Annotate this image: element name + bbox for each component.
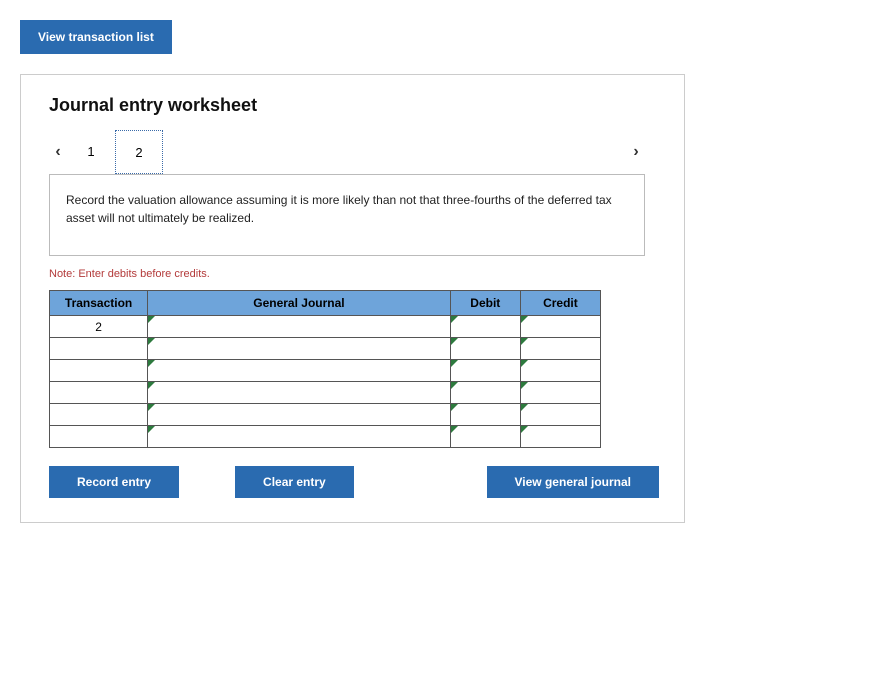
table-row <box>50 404 601 426</box>
cell-debit[interactable] <box>450 426 520 448</box>
cell-transaction[interactable] <box>50 338 148 360</box>
cell-transaction[interactable] <box>50 360 148 382</box>
cell-credit[interactable] <box>520 382 600 404</box>
col-header-transaction: Transaction <box>50 291 148 316</box>
table-row <box>50 382 601 404</box>
clear-entry-button[interactable]: Clear entry <box>235 466 354 498</box>
cell-debit[interactable] <box>450 360 520 382</box>
cell-credit[interactable] <box>520 404 600 426</box>
cell-general-journal[interactable] <box>148 316 451 338</box>
cell-general-journal[interactable] <box>148 338 451 360</box>
cell-credit[interactable] <box>520 360 600 382</box>
pager-tab-1[interactable]: 1 <box>67 130 115 174</box>
pager-tab-2[interactable]: 2 <box>115 130 163 174</box>
col-header-debit: Debit <box>450 291 520 316</box>
cell-debit[interactable] <box>450 404 520 426</box>
record-entry-button[interactable]: Record entry <box>49 466 179 498</box>
note-text: Note: Enter debits before credits. <box>49 268 656 280</box>
cell-debit[interactable] <box>450 316 520 338</box>
journal-worksheet-panel: Journal entry worksheet ‹ 1 2 › Record t… <box>20 74 685 523</box>
table-row <box>50 426 601 448</box>
cell-transaction[interactable] <box>50 382 148 404</box>
button-row: Record entry Clear entry View general jo… <box>49 466 659 498</box>
table-row <box>50 360 601 382</box>
journal-table: Transaction General Journal Debit Credit… <box>49 290 601 448</box>
cell-transaction[interactable]: 2 <box>50 316 148 338</box>
cell-debit[interactable] <box>450 338 520 360</box>
worksheet-pager: ‹ 1 2 › <box>49 130 645 174</box>
cell-general-journal[interactable] <box>148 404 451 426</box>
worksheet-title: Journal entry worksheet <box>49 95 656 116</box>
cell-general-journal[interactable] <box>148 426 451 448</box>
cell-credit[interactable] <box>520 338 600 360</box>
cell-debit[interactable] <box>450 382 520 404</box>
pager-next-icon[interactable]: › <box>627 143 645 161</box>
cell-credit[interactable] <box>520 316 600 338</box>
col-header-credit: Credit <box>520 291 600 316</box>
cell-transaction[interactable] <box>50 404 148 426</box>
cell-general-journal[interactable] <box>148 382 451 404</box>
prompt-box: Record the valuation allowance assuming … <box>49 174 645 256</box>
col-header-general-journal: General Journal <box>148 291 451 316</box>
table-row <box>50 338 601 360</box>
cell-general-journal[interactable] <box>148 360 451 382</box>
pager-prev-icon[interactable]: ‹ <box>49 143 67 161</box>
view-general-journal-button[interactable]: View general journal <box>487 466 659 498</box>
cell-transaction[interactable] <box>50 426 148 448</box>
table-row: 2 <box>50 316 601 338</box>
cell-credit[interactable] <box>520 426 600 448</box>
view-transaction-list-button[interactable]: View transaction list <box>20 20 172 54</box>
